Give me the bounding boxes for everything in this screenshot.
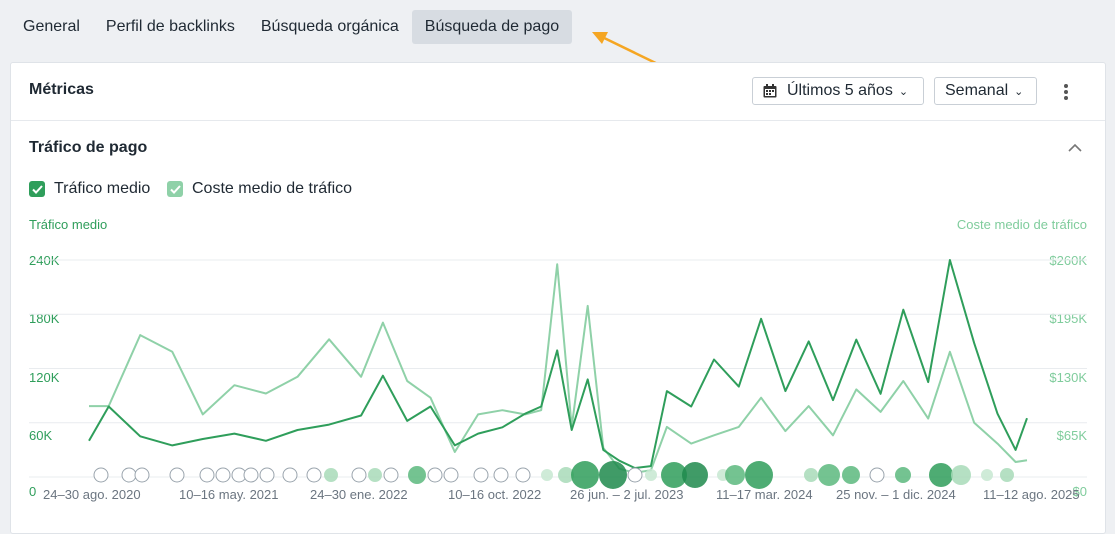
tab-backlink-profile[interactable]: Perfil de backlinks xyxy=(93,10,248,44)
traffic-chart xyxy=(29,259,1087,489)
event-marker-icon[interactable] xyxy=(408,466,426,484)
event-marker-icon[interactable] xyxy=(645,469,657,481)
event-marker-icon[interactable] xyxy=(599,461,627,489)
event-marker-icon[interactable] xyxy=(515,467,531,483)
tab-organic-search[interactable]: Búsqueda orgánica xyxy=(248,10,412,44)
event-marker-icon[interactable] xyxy=(804,468,818,482)
event-marker-icon[interactable] xyxy=(818,464,840,486)
event-marker-icon[interactable] xyxy=(627,467,643,483)
event-marker-icon[interactable] xyxy=(1000,468,1014,482)
event-marker-icon[interactable] xyxy=(351,467,367,483)
event-marker-icon[interactable] xyxy=(541,469,553,481)
event-marker-icon[interactable] xyxy=(383,467,399,483)
event-marker-icon[interactable] xyxy=(215,467,231,483)
tab-paid-search[interactable]: Búsqueda de pago xyxy=(411,10,573,44)
traffic-series-line xyxy=(88,259,1028,469)
event-marker-icon[interactable] xyxy=(199,467,215,483)
event-marker-icon[interactable] xyxy=(427,467,443,483)
event-marker-icon[interactable] xyxy=(951,465,971,485)
event-marker-icon[interactable] xyxy=(981,469,993,481)
event-marker-icon[interactable] xyxy=(745,461,773,489)
event-marker-icon[interactable] xyxy=(324,468,338,482)
event-marker-icon[interactable] xyxy=(895,467,911,483)
tab-general[interactable]: General xyxy=(10,10,93,44)
event-marker-icon[interactable] xyxy=(282,467,298,483)
metrics-panel: Métricas Últimos 5 años ⌄ Semanal ⌄ Tráf… xyxy=(10,62,1106,534)
event-marker-icon[interactable] xyxy=(443,467,459,483)
event-marker-icon[interactable] xyxy=(929,463,953,487)
event-marker-icon[interactable] xyxy=(306,467,322,483)
event-marker-icon[interactable] xyxy=(725,465,745,485)
event-marker-icon[interactable] xyxy=(134,467,150,483)
event-marker-icon[interactable] xyxy=(473,467,489,483)
event-marker-icon[interactable] xyxy=(682,462,708,488)
event-marker-icon[interactable] xyxy=(93,467,109,483)
event-marker-icon[interactable] xyxy=(243,467,259,483)
event-marker-icon[interactable] xyxy=(869,467,885,483)
event-marker-icon[interactable] xyxy=(571,461,599,489)
event-marker-icon[interactable] xyxy=(842,466,860,484)
event-marker-icon[interactable] xyxy=(169,467,185,483)
event-marker-icon[interactable] xyxy=(121,467,137,483)
event-marker-icon[interactable] xyxy=(493,467,509,483)
event-marker-icon[interactable] xyxy=(368,468,382,482)
tab-bar: General Perfil de backlinks Búsqueda org… xyxy=(10,10,573,44)
event-marker-icon[interactable] xyxy=(259,467,275,483)
